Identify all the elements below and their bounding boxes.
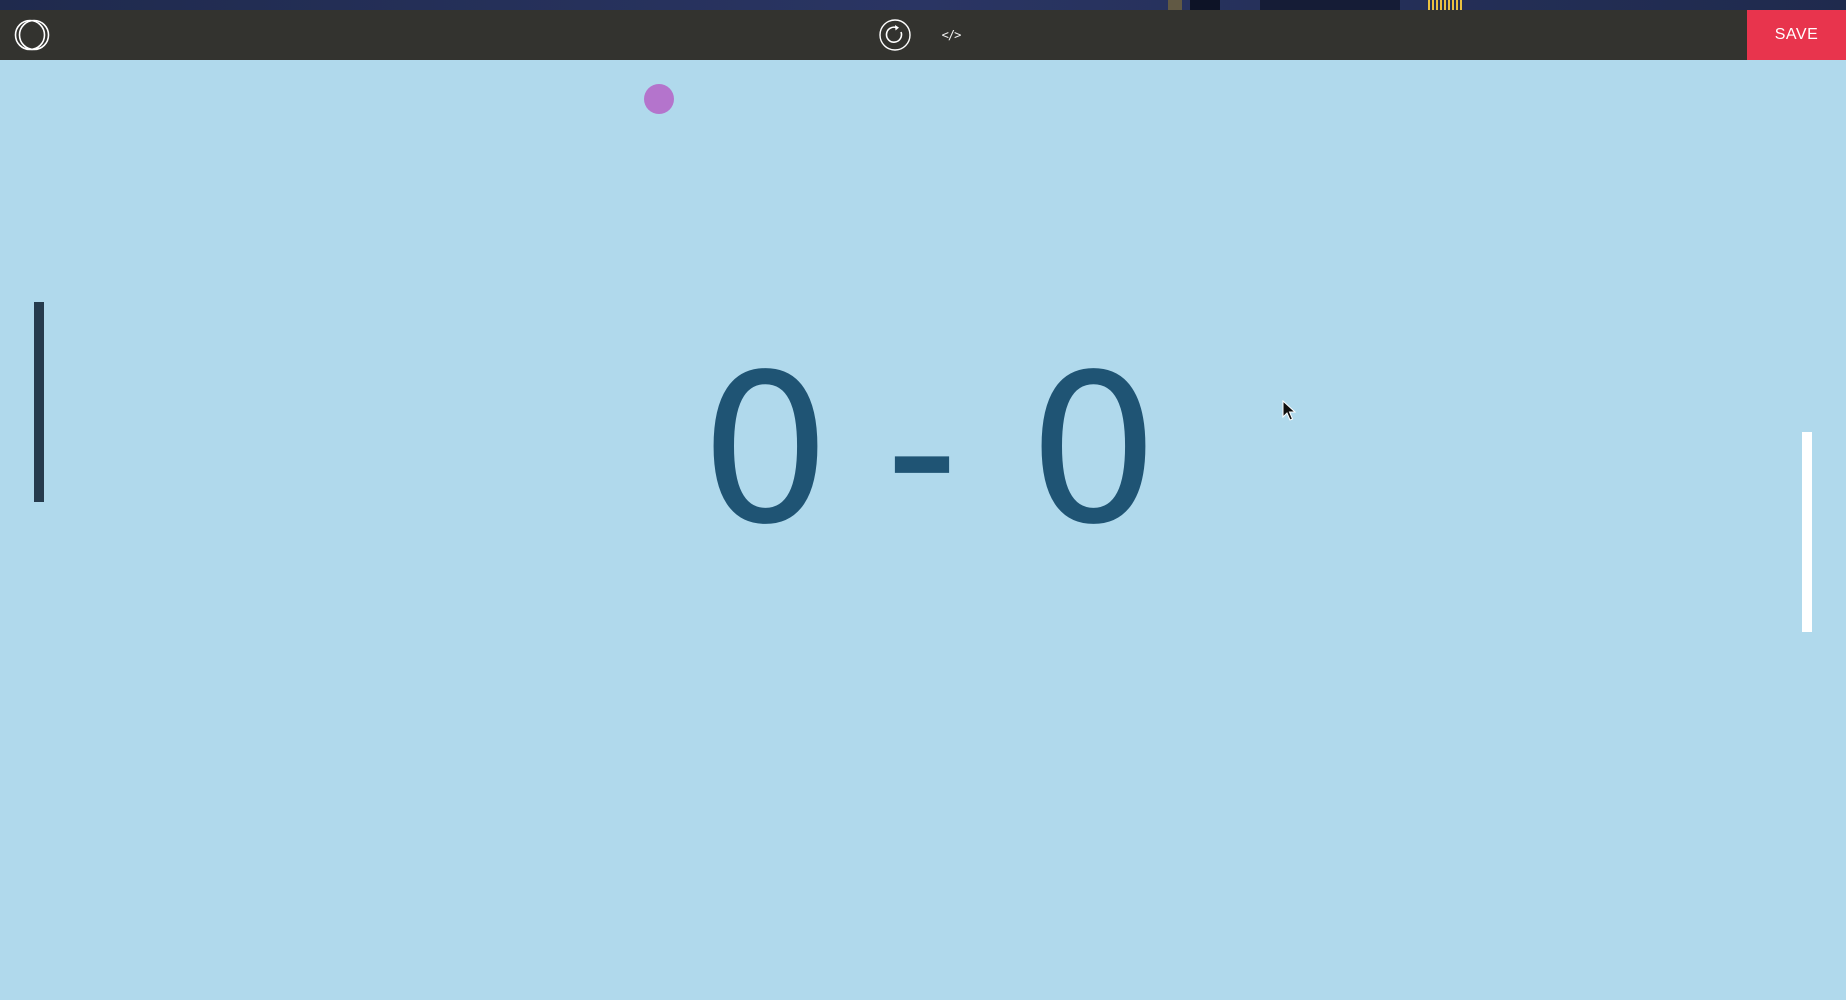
banner-decoration bbox=[1260, 0, 1400, 10]
banner-decoration bbox=[1428, 0, 1464, 10]
left-score: 0 bbox=[700, 330, 832, 570]
banner-decoration bbox=[1168, 0, 1182, 10]
right-score: 0 bbox=[1028, 330, 1160, 570]
view-code-button[interactable]: </> bbox=[940, 26, 962, 44]
mouse-cursor-icon bbox=[1282, 399, 1297, 422]
top-banner-strip bbox=[0, 0, 1846, 10]
ball bbox=[644, 84, 674, 114]
game-playfield[interactable]: 0 - 0 bbox=[0, 60, 1846, 1000]
logo-icon[interactable] bbox=[13, 18, 51, 52]
reload-icon[interactable] bbox=[878, 18, 912, 52]
top-toolbar: </> SAVE bbox=[0, 10, 1846, 60]
banner-decoration bbox=[1190, 0, 1220, 10]
scoreboard: 0 - 0 bbox=[0, 330, 1846, 570]
score-separator: - bbox=[884, 330, 960, 570]
save-button[interactable]: SAVE bbox=[1747, 10, 1846, 60]
